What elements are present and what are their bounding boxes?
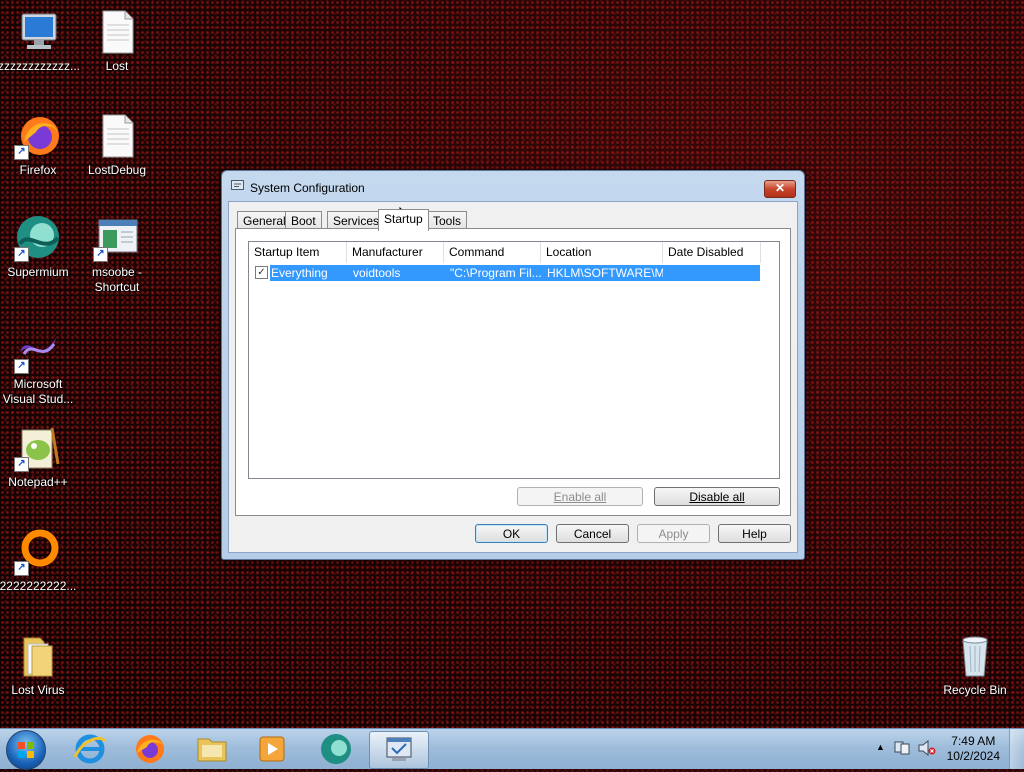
supermium-icon	[321, 734, 351, 764]
system-tray: ▲ 7:49 AM 10/2/2024	[864, 729, 1024, 769]
shortcut-arrow-icon: ↗	[14, 359, 29, 374]
taskbar-supermium[interactable]	[307, 731, 365, 767]
disable-all-label: Disable all	[689, 490, 745, 504]
desktop-icon-label: msoobe - Shortcut	[91, 265, 143, 294]
ok-button[interactable]: OK	[475, 524, 548, 543]
desktop-icon-label: zzzzzzzzzzzz...	[0, 59, 81, 73]
column-command[interactable]: Command	[444, 242, 541, 263]
desktop-icon-lost-virus[interactable]: Lost Virus	[0, 632, 78, 698]
taskbar-file-explorer[interactable]	[183, 731, 241, 767]
system-configuration-icon	[386, 737, 412, 761]
row-checkbox[interactable]: ✓	[255, 266, 268, 279]
desktop-icon-lostdebug[interactable]: LostDebug	[77, 112, 157, 178]
cell-command: "C:\Program Fil...	[450, 266, 542, 280]
column-date-disabled[interactable]: Date Disabled	[663, 242, 761, 263]
desktop-icon-recycle-bin[interactable]: Recycle Bin	[935, 632, 1015, 698]
tab-startup[interactable]: Startup	[378, 209, 429, 231]
desktop-icon-label: LostDebug	[87, 163, 147, 177]
internet-explorer-icon	[73, 734, 107, 764]
start-button[interactable]	[6, 730, 46, 770]
desktop-icon-label: Supermium	[7, 265, 69, 279]
desktop-icon-label: Microsoft Visual Stud...	[2, 377, 74, 406]
firefox-icon	[136, 735, 164, 763]
system-configuration-dialog[interactable]: System Configuration ✕ General Boot Serv…	[221, 170, 805, 560]
desktop-icon-notepadpp[interactable]: ↗ Notepad++	[0, 424, 78, 490]
shortcut-arrow-icon: ↗	[14, 145, 29, 160]
clock[interactable]: 7:49 AM 10/2/2024	[947, 734, 1000, 764]
dialog-titlebar[interactable]: System Configuration ✕	[222, 171, 804, 203]
enable-all-label: Enable all	[553, 490, 607, 504]
desktop-icon-label: Lost	[105, 59, 129, 73]
computer-icon	[14, 8, 62, 56]
desktop-icon-visual-studio[interactable]: ↗ Microsoft Visual Stud...	[0, 326, 78, 407]
firefox-icon: ↗	[14, 112, 62, 160]
table-row[interactable]: ✓ Everything voidtools "C:\Program Fil..…	[255, 265, 760, 281]
disable-all-button[interactable]: Disable all	[654, 487, 780, 506]
visual-studio-icon: ↗	[14, 326, 62, 374]
dialog-client-area: General Boot Services Startup Tools Star…	[228, 201, 798, 553]
desktop-icon-firefox[interactable]: ↗ Firefox	[0, 112, 78, 178]
show-hidden-icons-button[interactable]: ▲	[876, 742, 885, 752]
desktop-icon-supermium[interactable]: ↗ Supermium	[0, 214, 78, 280]
taskbar-system-configuration[interactable]	[369, 731, 429, 769]
clock-time: 7:49 AM	[951, 734, 996, 748]
close-button[interactable]: ✕	[764, 180, 796, 198]
notepad-plus-plus-icon: ↗	[14, 424, 62, 472]
text-file-icon	[93, 112, 141, 160]
cancel-button[interactable]: Cancel	[556, 524, 629, 543]
taskbar-firefox[interactable]	[121, 731, 179, 767]
desktop-icon-computer[interactable]: zzzzzzzzzzzz...	[0, 8, 81, 74]
show-desktop-button[interactable]	[1009, 729, 1024, 769]
column-manufacturer[interactable]: Manufacturer	[347, 242, 444, 263]
enable-all-button[interactable]: Enable all	[517, 487, 643, 506]
cell-manufacturer: voidtools	[353, 266, 401, 280]
shortcut-arrow-icon: ↗	[14, 247, 29, 262]
taskbar: ▲ 7:49 AM 10/2/2024	[0, 728, 1024, 770]
clock-date: 10/2/2024	[946, 749, 1000, 763]
desktop-icon-lost[interactable]: Lost	[77, 8, 157, 74]
desktop-icon-label: 2222222222...	[0, 579, 77, 593]
shortcut-arrow-icon: ↗	[93, 247, 108, 262]
recycle-bin-icon	[951, 632, 999, 680]
shortcut-arrow-icon: ↗	[14, 457, 29, 472]
text-file-icon	[93, 8, 141, 56]
folder-icon	[14, 632, 62, 680]
file-explorer-icon	[197, 738, 227, 762]
column-location[interactable]: Location	[541, 242, 663, 263]
cell-startup-item: Everything	[271, 266, 328, 280]
taskbar-internet-explorer[interactable]	[61, 731, 119, 767]
startup-items-list[interactable]: Startup Item Manufacturer Command Locati…	[248, 241, 780, 479]
desktop-icon-label: Lost Virus	[11, 683, 65, 697]
application-window-icon: ↗	[93, 214, 141, 262]
desktop-icon-label: Notepad++	[8, 475, 68, 489]
desktop-icon-label: Recycle Bin	[943, 683, 1007, 697]
volume-muted-icon[interactable]	[918, 739, 936, 759]
taskbar-media-player[interactable]	[243, 731, 301, 767]
startup-tab-panel: Startup Item Manufacturer Command Locati…	[235, 228, 791, 516]
cell-date-disabled	[669, 265, 759, 281]
supermium-icon: ↗	[14, 214, 62, 262]
desktop-icon-label: Firefox	[19, 163, 57, 177]
cell-location: HKLM\SOFTWARE\M...	[547, 266, 663, 280]
ring-app-icon: ↗	[14, 528, 62, 576]
shortcut-arrow-icon: ↗	[14, 561, 29, 576]
media-player-icon	[259, 736, 285, 762]
list-header: Startup Item Manufacturer Command Locati…	[249, 242, 761, 263]
network-icon[interactable]	[894, 740, 910, 759]
column-startup-item[interactable]: Startup Item	[249, 242, 347, 263]
dialog-title: System Configuration	[250, 181, 365, 195]
system-configuration-icon	[231, 180, 244, 192]
windows-logo-icon	[18, 742, 34, 758]
desktop-icon-msoobe[interactable]: ↗ msoobe - Shortcut	[77, 214, 157, 295]
help-button[interactable]: Help	[718, 524, 791, 543]
apply-button[interactable]: Apply	[637, 524, 710, 543]
desktop-icon-2222[interactable]: ↗ 2222222222...	[0, 528, 78, 594]
